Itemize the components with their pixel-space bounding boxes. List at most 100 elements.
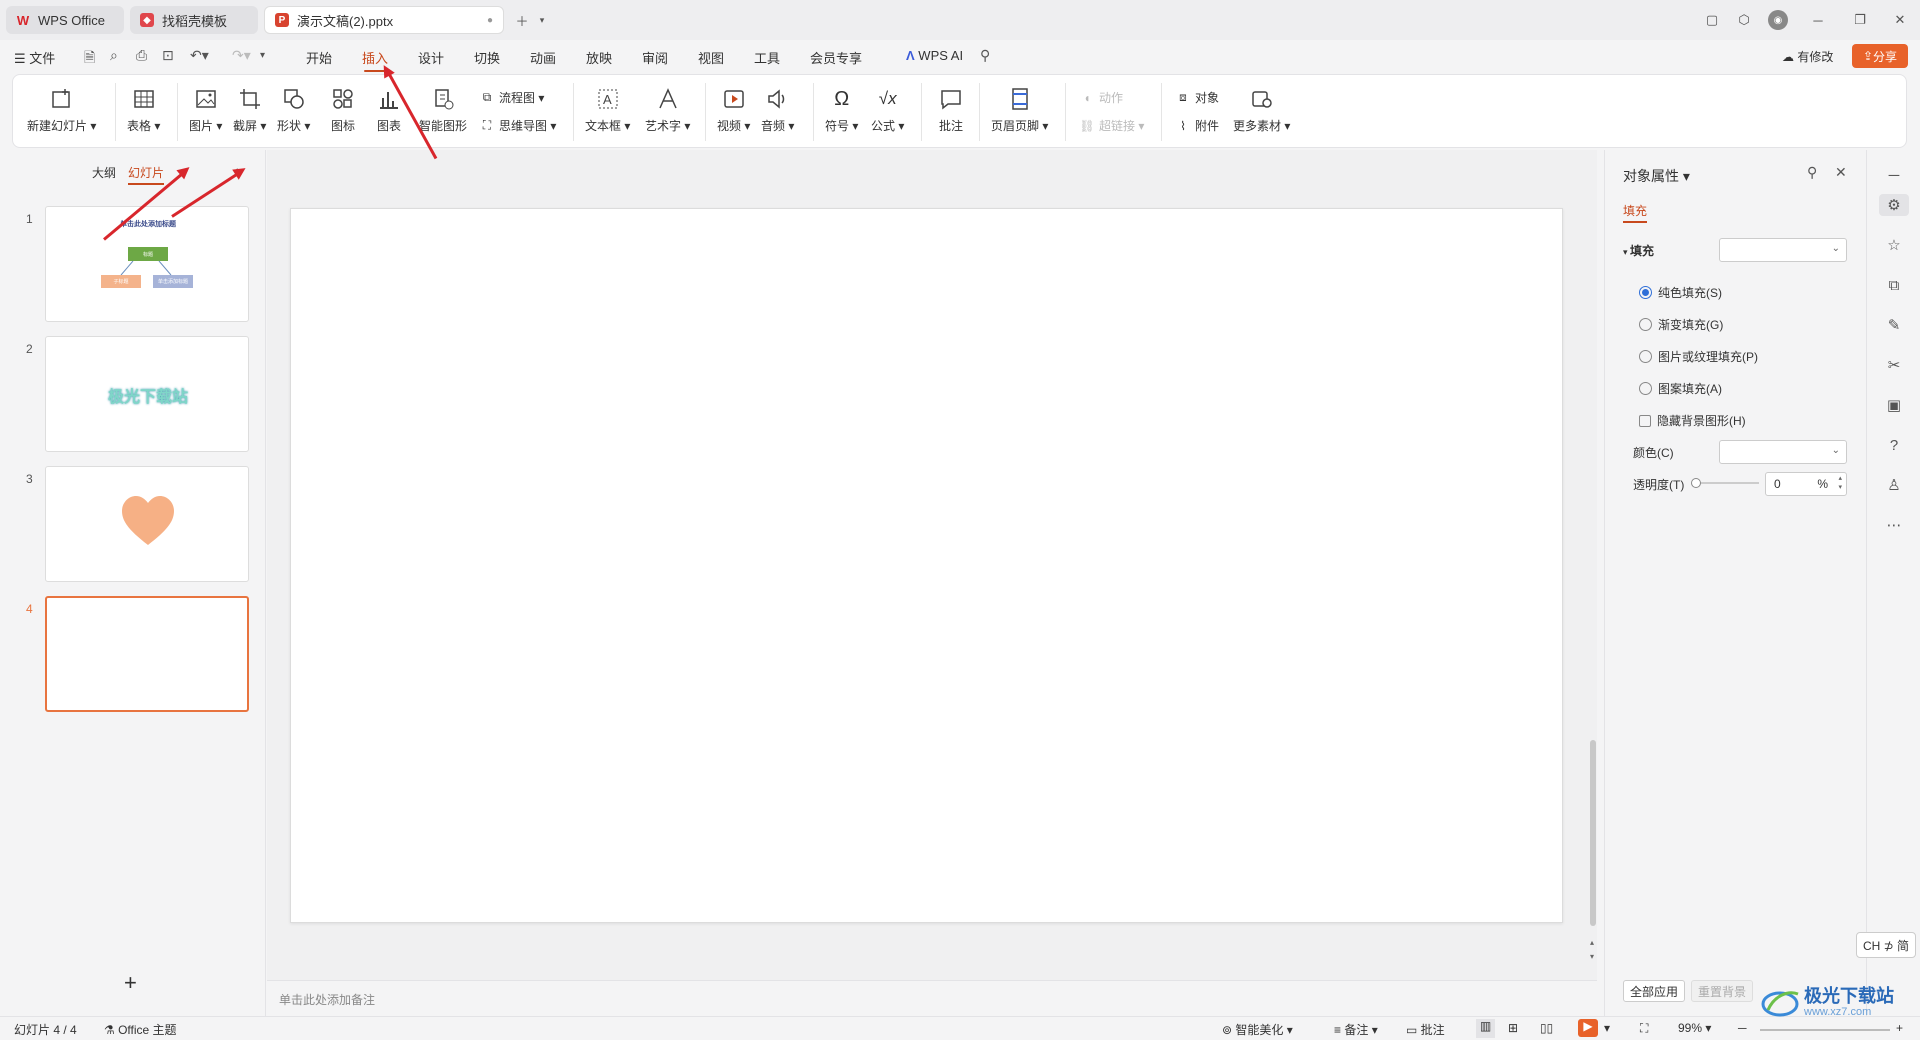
normal-view-icon[interactable]: ▥: [1476, 1019, 1496, 1038]
zoom-slider[interactable]: [1760, 1029, 1890, 1031]
minimize-icon[interactable]: ─: [1808, 10, 1828, 30]
beautify-button[interactable]: ⊚ 智能美化 ▾: [1222, 1021, 1293, 1038]
pin-icon[interactable]: ⚲: [1807, 164, 1817, 181]
help-icon[interactable]: ?: [1883, 434, 1905, 456]
radio-gradient-fill[interactable]: 渐变填充(G): [1639, 316, 1723, 333]
header-footer-button[interactable]: 页眉页脚 ▾: [991, 85, 1048, 134]
slide-thumb-3[interactable]: [45, 466, 249, 582]
smartart-button[interactable]: 智能图形: [419, 85, 467, 134]
tab-docer-template[interactable]: ◆ 找稻壳模板: [130, 6, 258, 34]
theme-button[interactable]: ⚗ Office 主题: [104, 1021, 177, 1038]
formula-button[interactable]: √x 公式 ▾: [871, 85, 904, 134]
avatar[interactable]: ◉: [1768, 10, 1788, 30]
fill-type-dropdown[interactable]: ⌄: [1719, 238, 1847, 262]
tab-slides[interactable]: 幻灯片: [128, 164, 165, 185]
zoom-in-icon[interactable]: +: [1896, 1021, 1903, 1035]
screenshot-button[interactable]: 截屏 ▾: [233, 85, 266, 134]
more-material-button[interactable]: 更多素材 ▾: [1233, 85, 1290, 134]
quick-access-dropdown-icon[interactable]: ▾: [260, 50, 265, 61]
radio-pattern-fill[interactable]: 图案填充(A): [1639, 380, 1722, 397]
play-slideshow-icon[interactable]: ▶: [1578, 1019, 1598, 1037]
slide-thumb-1[interactable]: 单击此处添加标题 标题 子标题 单击添加标题: [45, 206, 249, 322]
menu-animation[interactable]: 动画: [530, 48, 556, 67]
radio-solid-fill[interactable]: 纯色填充(S): [1639, 284, 1722, 301]
close-icon[interactable]: ✕: [1890, 10, 1910, 30]
menu-tools[interactable]: 工具: [754, 48, 780, 67]
slide-thumb-4[interactable]: [45, 596, 249, 712]
wordart-button[interactable]: 艺术字 ▾: [645, 85, 690, 134]
star-icon[interactable]: ☆: [1883, 234, 1905, 256]
modified-status[interactable]: ☁ 有修改: [1782, 48, 1833, 65]
vertical-scrollbar[interactable]: ▴ ▾: [1590, 156, 1596, 976]
picture-button[interactable]: 图片 ▾: [189, 85, 222, 134]
attachment-button[interactable]: ⌇ 附件: [1175, 117, 1219, 134]
tab-outline[interactable]: 大纲: [92, 164, 116, 181]
slide-thumb-2[interactable]: 极光下载站: [45, 336, 249, 452]
undo-icon[interactable]: ↶▾: [190, 47, 209, 64]
play-options-icon[interactable]: ▾: [1604, 1021, 1610, 1035]
shirt-icon[interactable]: ♙: [1883, 474, 1905, 496]
add-slide-icon[interactable]: +: [124, 970, 137, 996]
fit-window-icon[interactable]: ⛶: [1640, 1021, 1648, 1036]
panel-title[interactable]: 对象属性 ▾: [1623, 166, 1690, 186]
restore-icon[interactable]: ❐: [1850, 10, 1870, 30]
menu-view[interactable]: 视图: [698, 48, 724, 67]
icon-button[interactable]: 图标: [329, 85, 357, 134]
unsaved-dot-icon[interactable]: ●: [487, 15, 493, 26]
shape-button[interactable]: 形状 ▾: [277, 85, 310, 134]
zoom-out-icon[interactable]: ─: [1738, 1021, 1747, 1035]
redo-icon[interactable]: ↷▾: [232, 47, 251, 64]
wps-ai-button[interactable]: Ʌ WPS AI: [906, 48, 963, 63]
print-icon[interactable]: ⎙: [136, 47, 147, 64]
export-pdf-icon[interactable]: ⌕: [110, 47, 118, 64]
menu-slideshow[interactable]: 放映: [586, 48, 612, 67]
comments-toggle[interactable]: ▭ 批注: [1406, 1021, 1445, 1038]
fill-section-toggle[interactable]: ▾ 填充: [1623, 242, 1654, 259]
textbox-button[interactable]: A 文本框 ▾: [585, 85, 630, 134]
menu-review[interactable]: 审阅: [642, 48, 668, 67]
copy-icon[interactable]: ⧉: [1883, 274, 1905, 296]
radio-picture-fill[interactable]: 图片或纹理填充(P): [1639, 348, 1758, 365]
spinner-icon[interactable]: ▴ ▾: [1838, 474, 1842, 492]
menu-start[interactable]: 开始: [306, 48, 332, 67]
object-button[interactable]: ⧈ 对象: [1175, 89, 1219, 106]
hyperlink-button[interactable]: ⛓ 超链接 ▾: [1079, 117, 1144, 134]
current-slide[interactable]: [290, 208, 1563, 923]
notes-area[interactable]: 单击此处添加备注: [267, 980, 1597, 1016]
scrollbar-thumb[interactable]: [1590, 740, 1596, 926]
new-slide-button[interactable]: 新建幻灯片 ▾: [27, 85, 96, 134]
tab-fill[interactable]: 填充: [1623, 202, 1648, 223]
audio-button[interactable]: 音频 ▾: [761, 85, 794, 134]
save-icon[interactable]: 🗎: [84, 47, 95, 71]
menu-transition[interactable]: 切换: [474, 48, 500, 67]
action-button[interactable]: ◖ 动作: [1079, 89, 1123, 106]
menu-design[interactable]: 设计: [418, 48, 444, 67]
video-button[interactable]: 视频 ▾: [717, 85, 750, 134]
collapse-icon[interactable]: ─: [1883, 164, 1905, 186]
search-icon[interactable]: ⚲: [980, 47, 990, 64]
mindmap-button[interactable]: ⛶ 思维导图 ▾: [479, 117, 557, 134]
tab-wps-office[interactable]: W WPS Office: [6, 6, 124, 34]
file-menu[interactable]: ☰ 文件: [14, 48, 55, 67]
book-icon[interactable]: ▣: [1883, 394, 1905, 416]
reset-background-button[interactable]: 重置背景: [1691, 980, 1754, 1002]
zoom-dropdown[interactable]: 99% ▾: [1678, 1021, 1711, 1035]
transparency-slider[interactable]: [1691, 478, 1759, 488]
print-preview-icon[interactable]: ⊡: [162, 47, 174, 64]
tab-presentation[interactable]: P 演示文稿(2).pptx ●: [264, 6, 504, 34]
more-icon[interactable]: ⋯: [1883, 514, 1905, 536]
transparency-input[interactable]: 0 % ▴ ▾: [1765, 472, 1847, 496]
symbol-button[interactable]: Ω 符号 ▾: [825, 85, 858, 134]
menu-member[interactable]: 会员专享: [810, 48, 862, 67]
cube-icon[interactable]: ⬡: [1734, 10, 1754, 30]
slider-handle[interactable]: [1691, 478, 1701, 488]
share-button[interactable]: ⇪ 分享: [1852, 44, 1908, 68]
new-tab-icon[interactable]: ＋: [512, 10, 532, 30]
apply-all-button[interactable]: 全部应用: [1623, 980, 1686, 1002]
comment-button[interactable]: 批注: [937, 85, 965, 134]
tools-icon[interactable]: ✂: [1883, 354, 1905, 376]
flowchart-button[interactable]: ⧉ 流程图 ▾: [479, 89, 545, 106]
close-panel-icon[interactable]: ✕: [1835, 164, 1847, 181]
sorter-view-icon[interactable]: ⊞: [1508, 1021, 1518, 1035]
next-slide-icon[interactable]: ▾: [1590, 952, 1594, 961]
